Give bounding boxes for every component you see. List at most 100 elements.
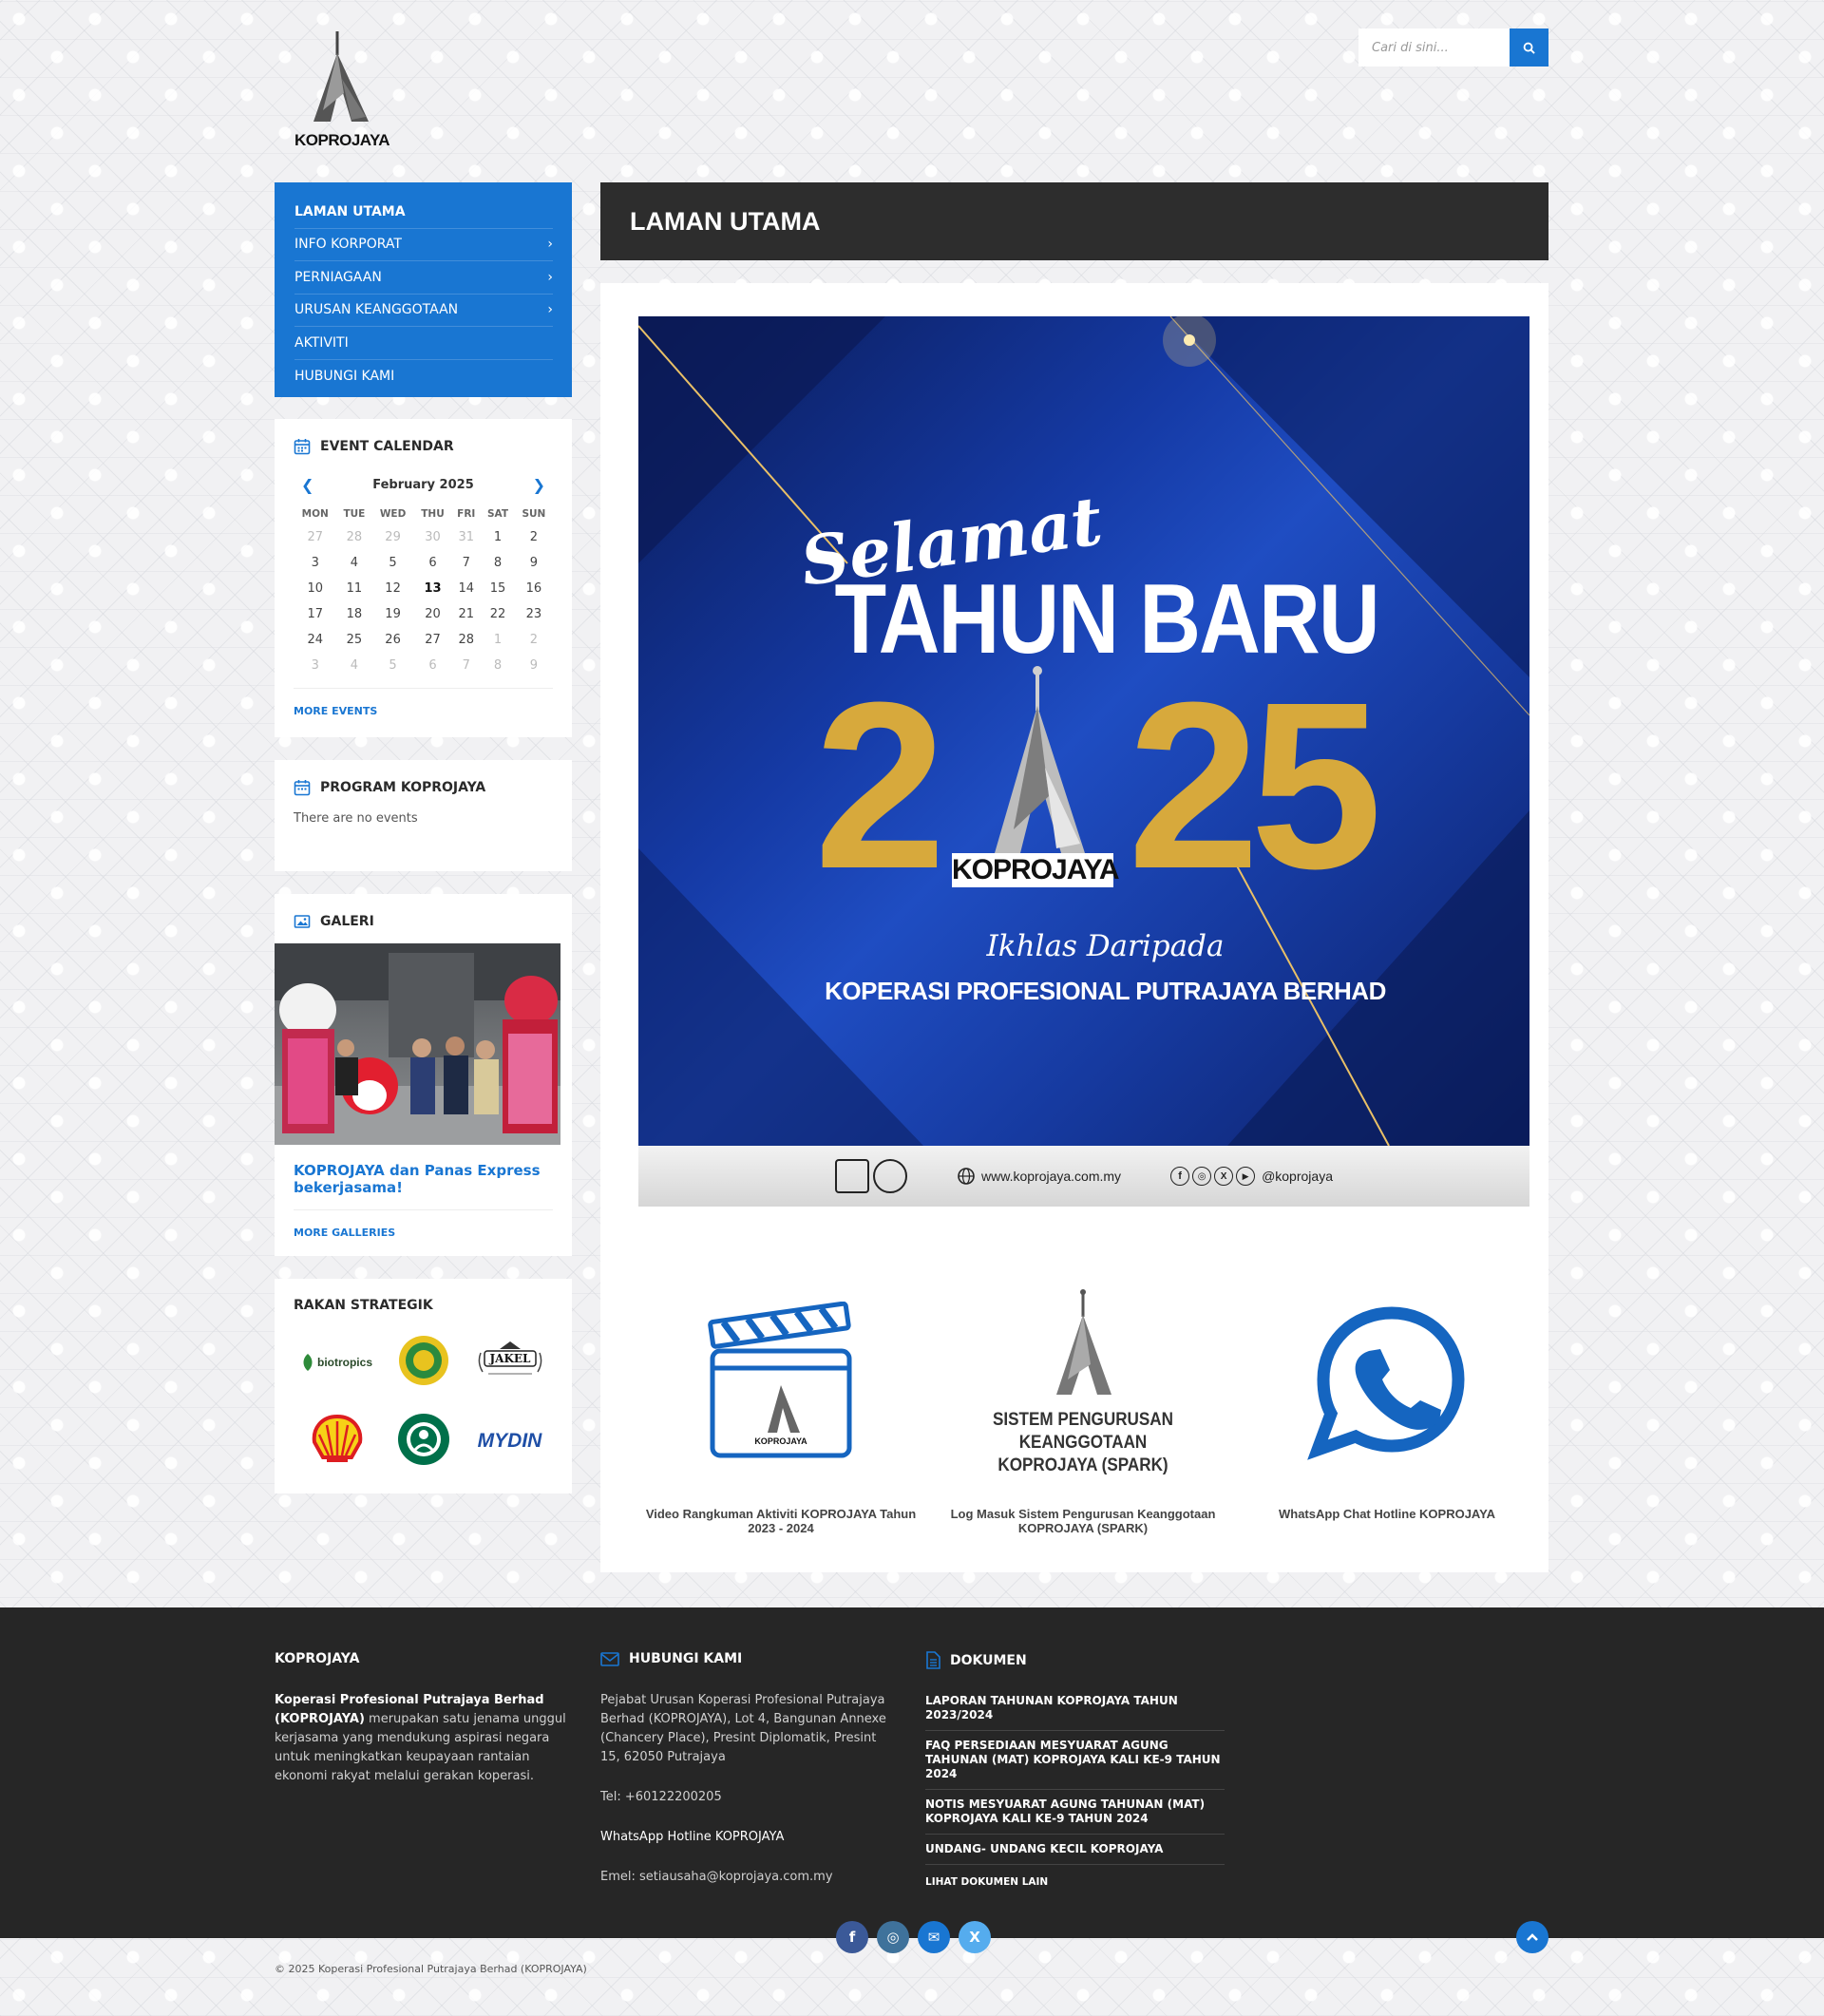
calendar-day[interactable]: 11 (336, 576, 371, 601)
calendar-day[interactable]: 5 (371, 653, 413, 678)
whatsapp-tile[interactable]: WhatsApp Chat Hotline KOPROJAYA (1249, 1273, 1525, 1521)
spark-login-tile[interactable]: SISTEM PENGURUSAN KEANGGOTAAN KOPROJAYA … (945, 1273, 1221, 1535)
more-galleries-link[interactable]: MORE GALLERIES (294, 1227, 395, 1239)
tower-logo-icon (314, 31, 369, 122)
calendar-day[interactable]: 19 (371, 601, 413, 627)
calendar-day[interactable]: 28 (451, 627, 481, 653)
footer-address: Pejabat Urusan Koperasi Profesional Putr… (600, 1693, 886, 1764)
calendar-day[interactable]: 21 (451, 601, 481, 627)
biotropics-logo[interactable]: biotropics (301, 1353, 372, 1372)
calendar-day[interactable]: 4 (336, 550, 371, 576)
back-to-top-button[interactable] (1516, 1921, 1548, 1953)
document-link[interactable]: UNDANG- UNDANG KECIL KOPROJAYA (925, 1835, 1225, 1865)
document-link[interactable]: FAQ PERSEDIAAN MESYUARAT AGUNG TAHUNAN (… (925, 1731, 1225, 1790)
mydin-logo[interactable]: MYDIN (478, 1430, 542, 1453)
calendar-day[interactable]: 12 (371, 576, 413, 601)
shell-logo[interactable] (310, 1414, 365, 1469)
calendar-day[interactable]: 8 (481, 550, 515, 576)
calendar-day[interactable]: 10 (294, 576, 336, 601)
calendar-next-button[interactable]: ❯ (533, 476, 545, 494)
calendar-day[interactable]: 6 (414, 653, 452, 678)
footer-whatsapp-link[interactable]: WhatsApp Hotline KOPROJAYA (600, 1828, 900, 1847)
calendar-day[interactable]: 1 (481, 627, 515, 653)
menu-item-aktiviti[interactable]: AKTIVITI (294, 327, 553, 360)
calendar-day[interactable]: 2 (515, 524, 553, 550)
calendar-day[interactable]: 7 (451, 550, 481, 576)
calendar-day[interactable]: 4 (336, 653, 371, 678)
calendar-day[interactable]: 2 (515, 627, 553, 653)
cert-badge-2-icon (873, 1159, 908, 1193)
calendar-day[interactable]: 23 (515, 601, 553, 627)
calendar-day[interactable]: 3 (294, 653, 336, 678)
calendar-day[interactable]: 27 (414, 627, 452, 653)
search-input[interactable] (1358, 29, 1510, 67)
banner-background: Selamat TAHUN BARU 2 25 KOPROJAYA Ikhlas… (638, 316, 1530, 1146)
calendar-icon (294, 780, 311, 796)
more-documents-link[interactable]: LIHAT DOKUMEN LAIN (925, 1876, 1225, 1888)
site-footer (0, 1607, 1824, 1938)
lembaga-logo[interactable] (397, 1334, 450, 1391)
calendar-day[interactable]: 24 (294, 627, 336, 653)
calendar-day[interactable]: 17 (294, 601, 336, 627)
menu-item-laman-utama[interactable]: LAMAN UTAMA (294, 196, 553, 229)
program-title: PROGRAM KOPROJAYA (320, 780, 486, 795)
tower-logo-icon (995, 666, 1085, 853)
more-events-link[interactable]: MORE EVENTS (294, 705, 377, 717)
calendar-week: 3456789 (294, 653, 553, 678)
logo-text: KOPROJAYA (294, 131, 390, 149)
starbucks-logo[interactable] (396, 1412, 451, 1471)
calendar-day-header: SUN (522, 508, 546, 520)
calendar-day[interactable]: 28 (336, 524, 371, 550)
calendar-day[interactable]: 15 (481, 576, 515, 601)
calendar-day[interactable]: 16 (515, 576, 553, 601)
x-icon[interactable]: X (959, 1921, 991, 1953)
footer-email[interactable]: Emel: setiausaha@koprojaya.com.my (600, 1868, 900, 1887)
calendar-day[interactable]: 9 (515, 653, 553, 678)
biotropics-text: biotropics (316, 1356, 372, 1369)
menu-item-urusan-keanggotaan[interactable]: URUSAN KEANGGOTAAN › (294, 295, 553, 327)
calendar-day[interactable]: 22 (481, 601, 515, 627)
jakel-text: JAKEL (488, 1352, 531, 1365)
video-tile[interactable]: KOPROJAYA Video Rangkuman Aktiviti KOPRO… (643, 1273, 919, 1535)
jakel-logo[interactable]: JAKEL (475, 1340, 545, 1385)
calendar-day[interactable]: 20 (414, 601, 452, 627)
calendar-day[interactable]: 8 (481, 653, 515, 678)
search-icon (1523, 42, 1535, 54)
calendar-grid: MON TUE WED THU FRI SAT SUN 27 28 29 30 31 1 2 3 4 5 6 7 8… (294, 504, 553, 678)
document-icon (926, 1651, 940, 1669)
calendar-day[interactable]: 30 (414, 524, 452, 550)
calendar-day[interactable]: 9 (515, 550, 553, 576)
calendar-day[interactable]: 29 (371, 524, 413, 550)
calendar-day[interactable]: 3 (294, 550, 336, 576)
site-logo[interactable]: KOPROJAYA (285, 27, 390, 155)
gallery-photo[interactable] (275, 943, 560, 1145)
envelope-icon (600, 1651, 619, 1666)
menu-item-label: AKTIVITI (294, 334, 349, 351)
calendar-day[interactable]: 14 (451, 576, 481, 601)
document-link[interactable]: NOTIS MESYUARAT AGUNG TAHUNAN (MAT) KOPR… (925, 1790, 1225, 1835)
email-icon[interactable]: ✉ (918, 1921, 950, 1953)
calendar-day[interactable]: 1 (481, 524, 515, 550)
calendar-day[interactable]: 5 (371, 550, 413, 576)
gallery-photo-image (275, 943, 560, 1145)
instagram-icon[interactable]: ◎ (877, 1921, 909, 1953)
facebook-icon[interactable]: f (836, 1921, 868, 1953)
gallery-caption-link[interactable]: KOPROJAYA dan Panas Express bekerjasama! (275, 1145, 572, 1196)
calendar-day[interactable]: 25 (336, 627, 371, 653)
search-button[interactable] (1510, 29, 1548, 67)
menu-item-hubungi-kami[interactable]: HUBUNGI KAMI (294, 360, 553, 393)
document-link[interactable]: LAPORAN TAHUNAN KOPROJAYA TAHUN 2023/202… (925, 1694, 1225, 1731)
calendar-day[interactable]: 6 (414, 550, 452, 576)
banner-year-right: 25 (1128, 653, 1382, 918)
event-calendar-widget: EVENT CALENDAR ❮ February 2025 ❯ MON TUE W… (275, 419, 572, 737)
calendar-day[interactable]: 31 (451, 524, 481, 550)
calendar-day[interactable]: 7 (451, 653, 481, 678)
calendar-day[interactable]: 13 (414, 576, 452, 601)
new-year-banner[interactable]: Selamat TAHUN BARU 2 25 KOPROJAYA Ikhlas… (638, 316, 1530, 1207)
calendar-day[interactable]: 26 (371, 627, 413, 653)
calendar-day[interactable]: 27 (294, 524, 336, 550)
menu-item-info-korporat[interactable]: INFO KORPORAT › (294, 229, 553, 261)
calendar-prev-button[interactable]: ❮ (301, 476, 314, 494)
calendar-day[interactable]: 18 (336, 601, 371, 627)
menu-item-perniagaan[interactable]: PERNIAGAAN › (294, 261, 553, 295)
